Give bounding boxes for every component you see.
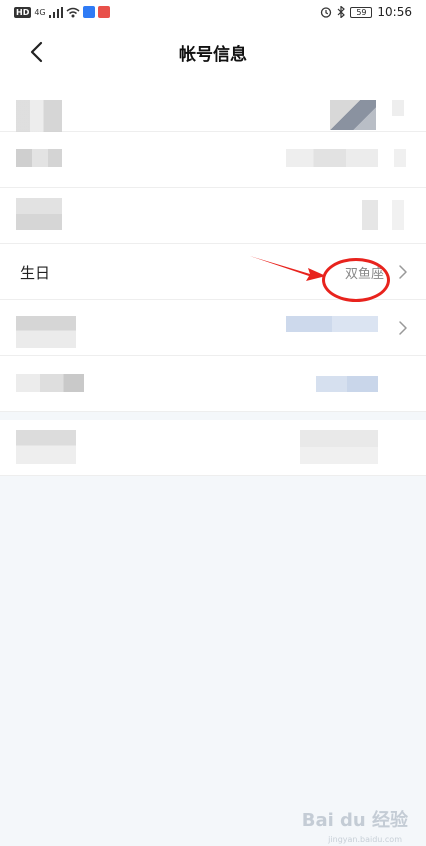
hd-badge: HD [14,6,32,18]
network-type: 4G [34,7,46,17]
chevron-right-icon [399,265,407,279]
annotation-highlight-circle [322,258,390,302]
blurred-chevron [394,149,406,167]
clock: 10:56 [377,5,412,19]
chevron-right-icon [399,321,407,335]
list-item[interactable] [0,132,426,188]
blurred-value [316,376,378,392]
blurred-chevron [392,100,404,116]
list-item[interactable] [0,300,426,356]
wifi-icon [66,7,80,17]
blurred-chevron [392,200,404,230]
blurred-value [286,316,378,332]
bluetooth-icon [337,6,346,18]
blurred-label [16,198,62,230]
blurred-label [16,316,76,348]
birthday-label: 生日 [20,264,51,282]
signal-icon [48,6,63,18]
nav-header: 帐号信息 [0,28,426,76]
blurred-label [16,374,84,392]
list-item[interactable] [0,356,426,412]
status-bar: HD 4G 59 10:56 [0,0,426,28]
blurred-value [300,430,378,464]
blurred-label [16,430,76,464]
alarm-icon [321,7,332,18]
list-item[interactable] [0,412,426,476]
annotation-arrow [250,256,326,281]
app-notification-icon [82,6,95,18]
avatar[interactable] [330,100,376,130]
list-item[interactable] [0,188,426,244]
blurred-value [362,200,378,230]
list-item[interactable] [0,76,426,132]
blurred-label [16,100,62,132]
status-left: HD 4G [14,6,110,18]
app-notification-icon [97,6,110,18]
blurred-value [286,149,378,167]
battery-icon: 59 [350,6,373,18]
blurred-label [16,149,62,167]
page-title: 帐号信息 [179,45,247,65]
watermark-logo: Bai du 经验 [301,810,408,831]
watermark-url: jingyan.baidu.com [328,835,402,844]
status-right: 59 10:56 [320,5,412,19]
